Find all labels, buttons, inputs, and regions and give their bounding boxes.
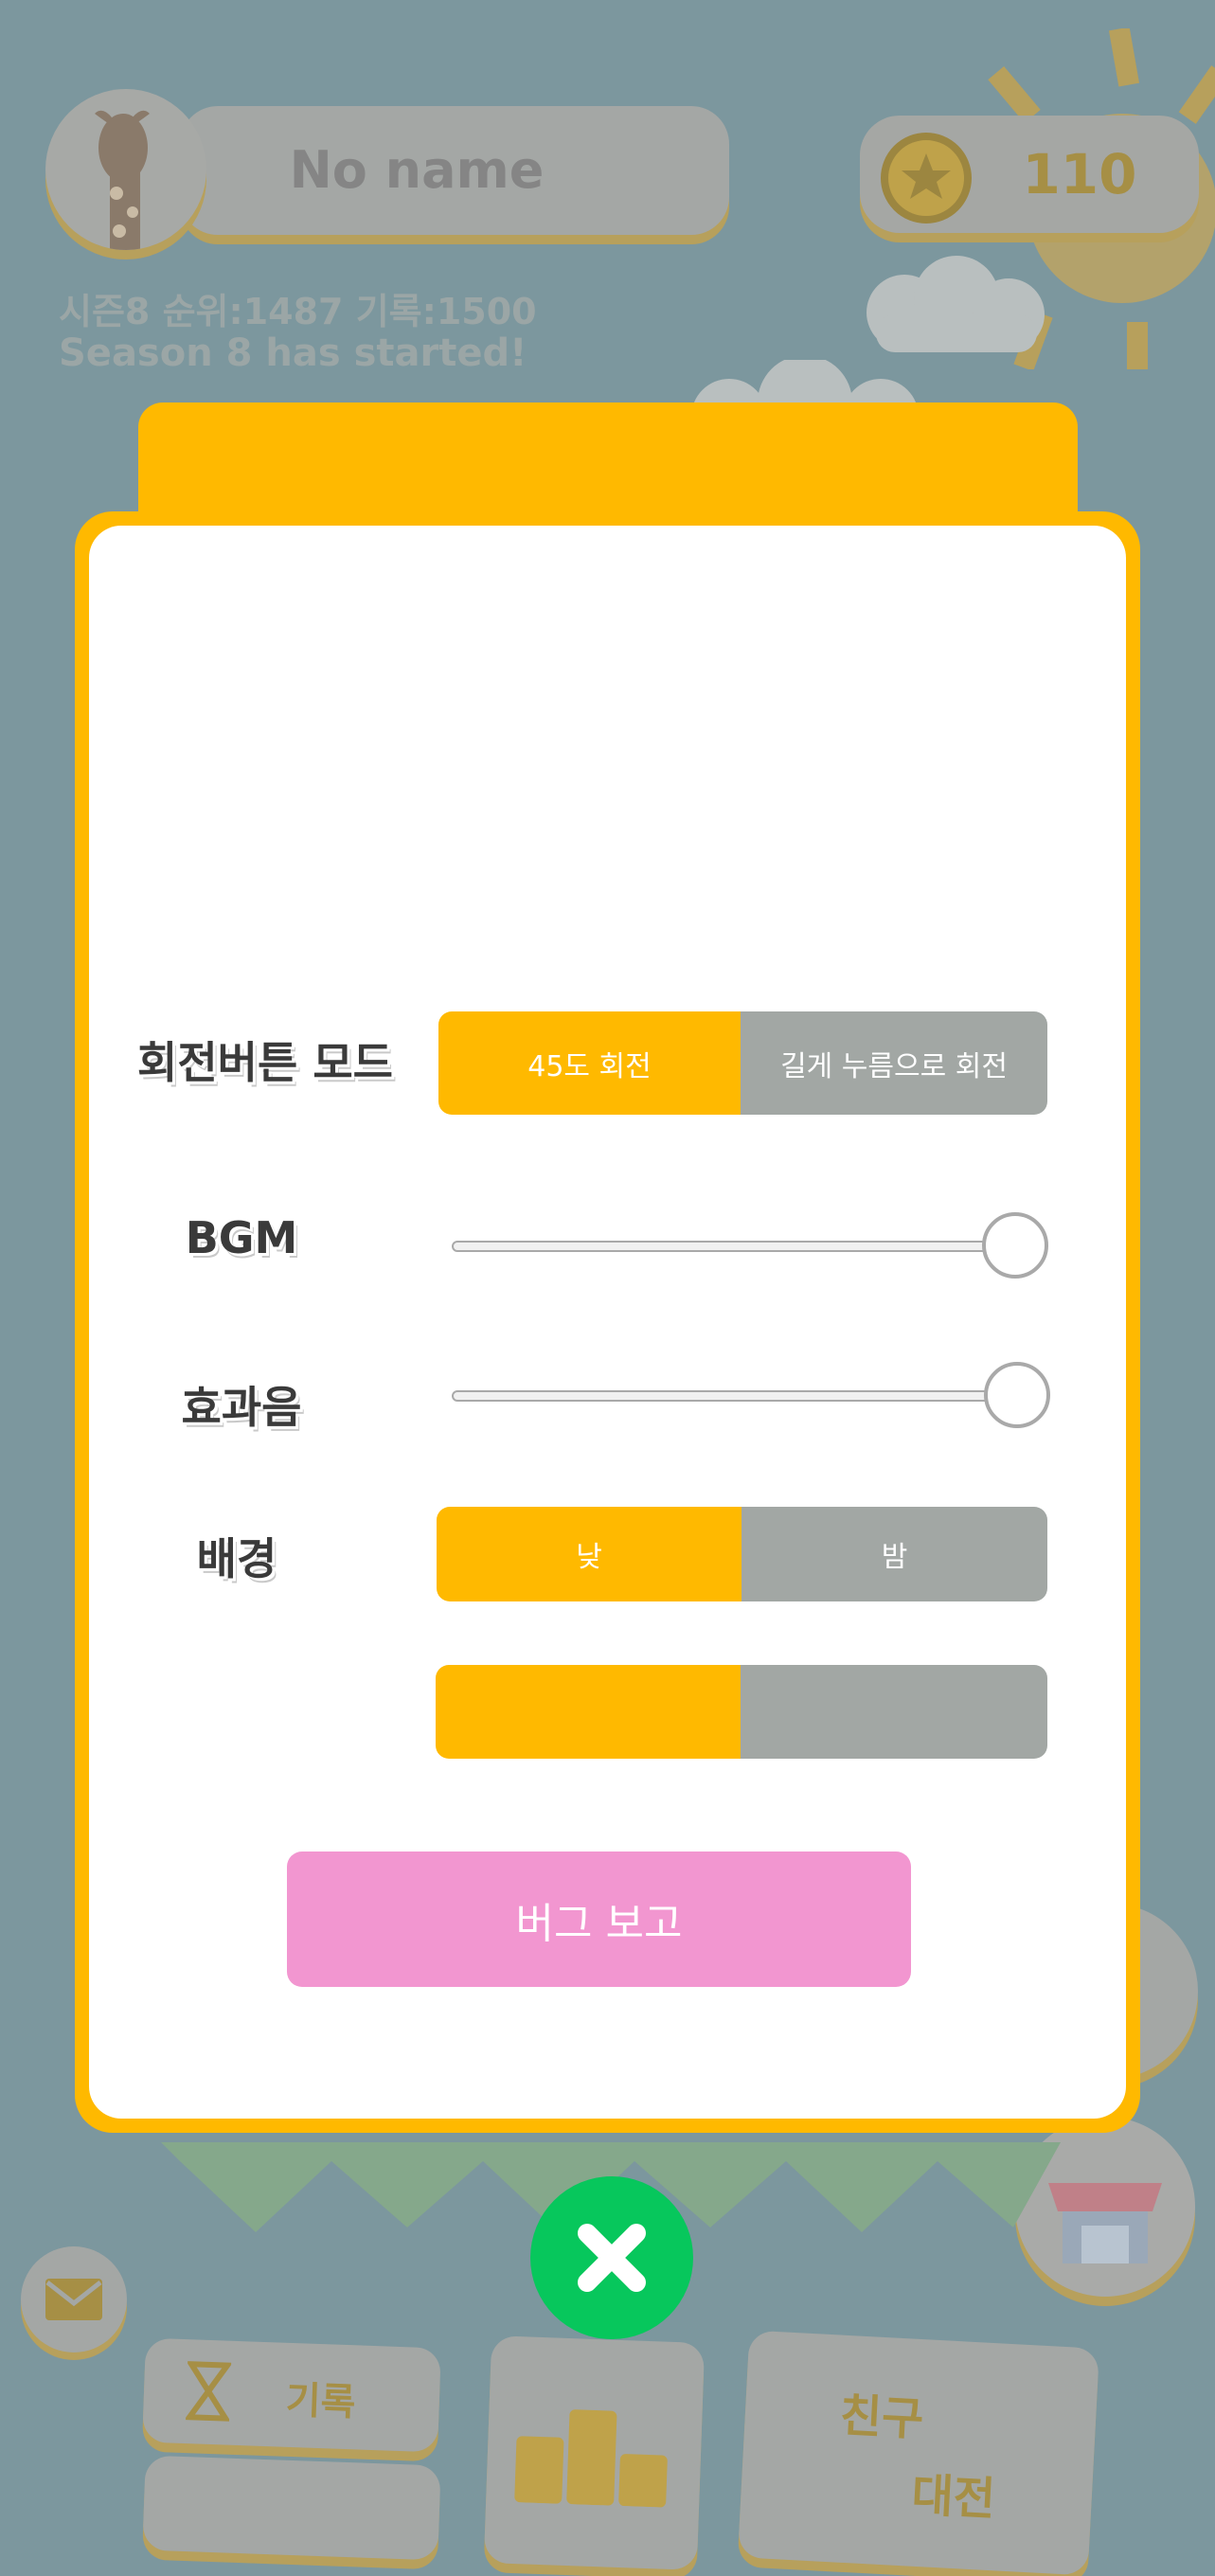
- day-option[interactable]: 낮: [437, 1507, 742, 1601]
- friend-battle-button[interactable]: 친구 대전: [737, 2330, 1100, 2576]
- background-label: 배경: [196, 1533, 277, 1584]
- mail-button[interactable]: [21, 2246, 127, 2352]
- cloud-decoration: [867, 256, 1045, 352]
- hourglass-icon: [185, 2361, 232, 2422]
- rotate-mode-label: 회전버튼 모드: [137, 1037, 393, 1088]
- extra-toggle[interactable]: [436, 1665, 1047, 1759]
- coin-icon: [881, 133, 972, 224]
- friend-label: 친구: [838, 2388, 925, 2447]
- podium-icon: [514, 2409, 668, 2508]
- sfx-slider-thumb[interactable]: [984, 1362, 1050, 1428]
- bug-report-button[interactable]: 버그 보고: [287, 1852, 911, 1987]
- sfx-label: 효과음: [181, 1382, 302, 1433]
- record-button[interactable]: 기록: [142, 2337, 441, 2453]
- ranking-button[interactable]: [483, 2335, 706, 2570]
- bgm-label: BGM: [185, 1212, 298, 1263]
- player-name: No name: [289, 140, 545, 200]
- close-button[interactable]: [530, 2176, 693, 2339]
- rotate-hold-option[interactable]: 길게 누름으로 회전: [741, 1011, 1047, 1115]
- close-icon: [578, 2224, 646, 2292]
- menu-button[interactable]: [142, 2455, 441, 2561]
- coin-count: 110: [1022, 142, 1137, 206]
- bgm-slider-thumb[interactable]: [982, 1212, 1048, 1279]
- mail-icon: [45, 2279, 102, 2320]
- background-toggle[interactable]: 낮 밤: [437, 1507, 1047, 1601]
- extra-option-1[interactable]: [436, 1665, 741, 1759]
- rotate-45-option[interactable]: 45도 회전: [438, 1011, 741, 1115]
- night-option[interactable]: 밤: [742, 1507, 1047, 1601]
- extra-option-2[interactable]: [741, 1665, 1047, 1759]
- bgm-slider-track[interactable]: [452, 1241, 1031, 1252]
- sfx-slider-track[interactable]: [452, 1390, 1031, 1402]
- season-message: Season 8 has started!: [59, 331, 527, 375]
- record-label: 기록: [284, 2378, 357, 2425]
- rotate-mode-toggle[interactable]: 45도 회전 길게 누름으로 회전: [438, 1011, 1047, 1115]
- season-rank-text: 시즌8 순위:1487 기록:1500: [59, 291, 537, 332]
